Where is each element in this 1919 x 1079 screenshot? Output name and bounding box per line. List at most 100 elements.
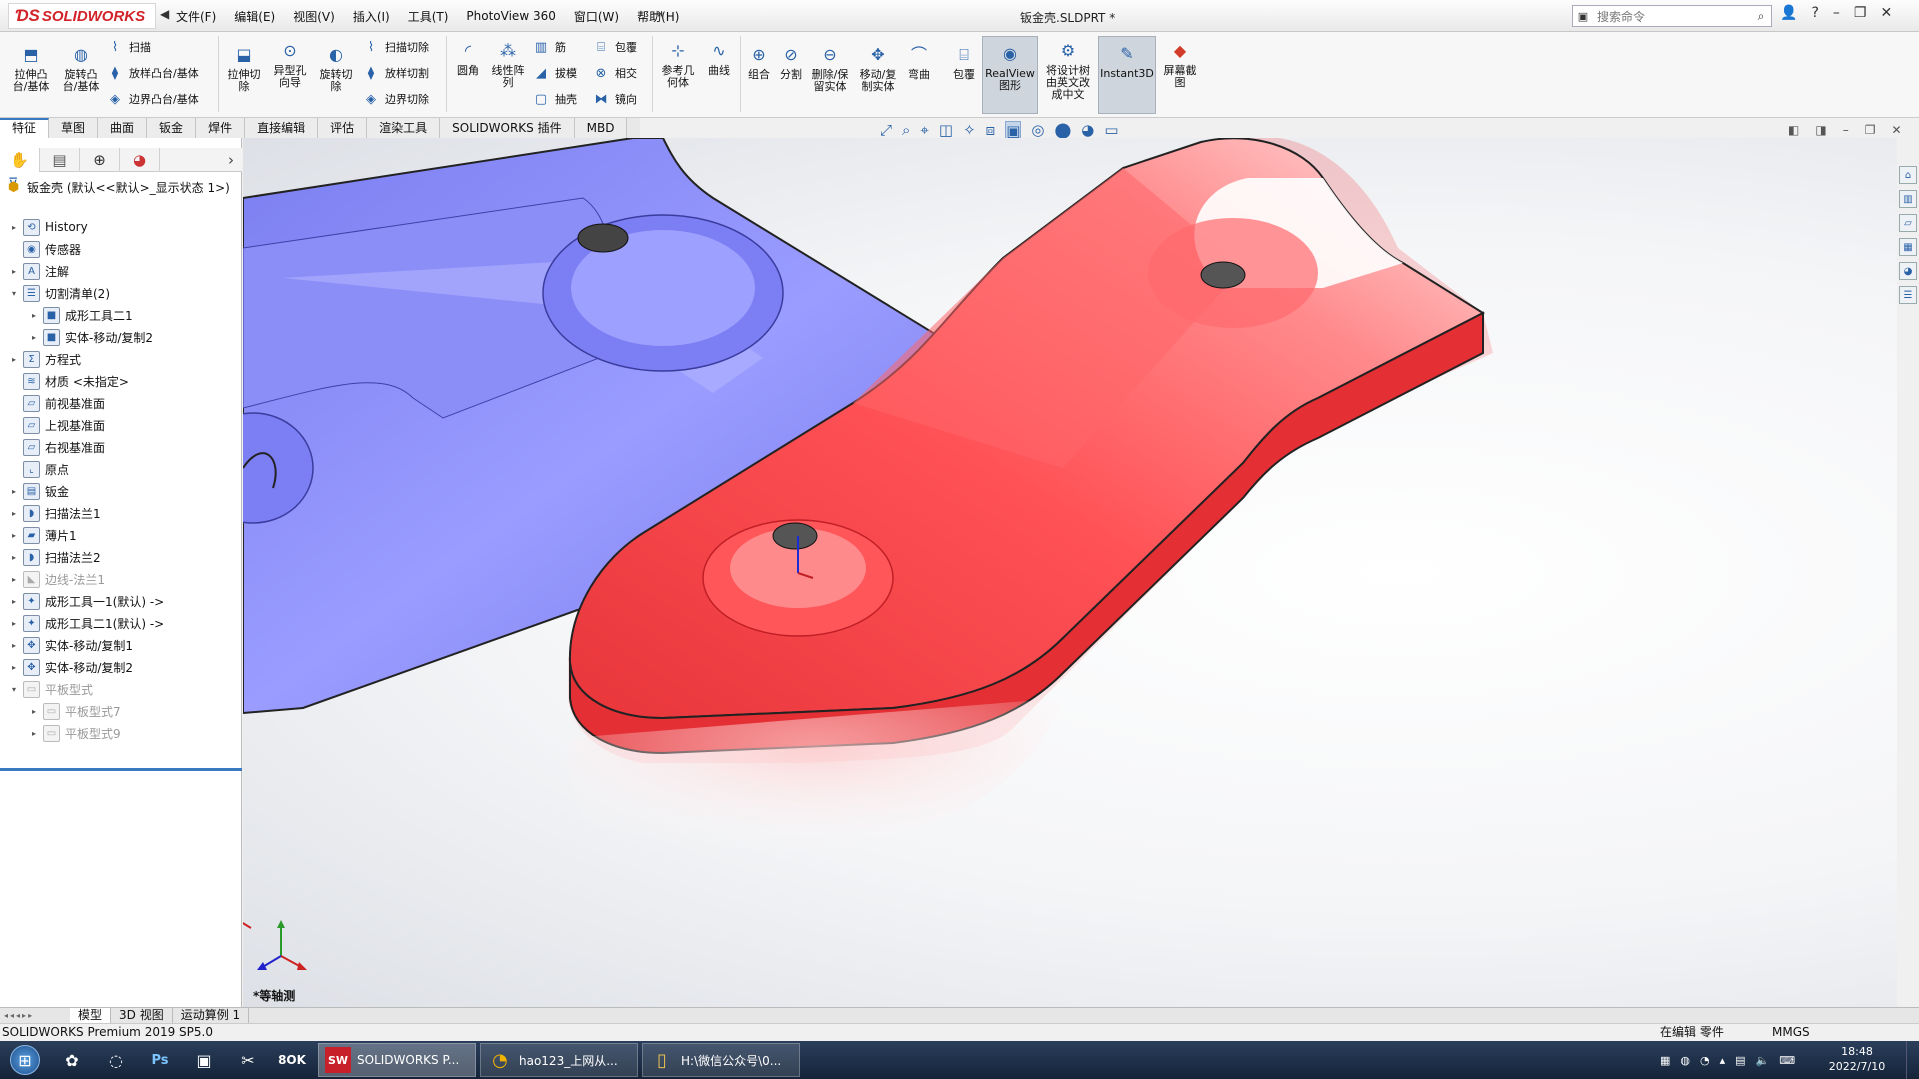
display-manager-tab-icon[interactable]: ◕ <box>120 148 160 172</box>
tab-addins[interactable]: SOLIDWORKS 插件 <box>440 118 575 138</box>
tree-item[interactable]: ▸ ✦ 成形工具一1(默认) -> <box>0 590 242 612</box>
tree-item[interactable]: ▸ A 注解 <box>0 260 242 282</box>
expand-arrow-icon[interactable]: ▸ <box>8 223 20 232</box>
expand-arrow-icon[interactable]: ▸ <box>28 707 40 716</box>
translate-tree-button[interactable]: ⚙ 将设计树 由英文改 成中文 <box>1040 40 1096 101</box>
restore-icon[interactable]: ❐ <box>1854 5 1867 21</box>
extrude-boss-button[interactable]: ⬒ 拉伸凸 台/基体 <box>10 44 52 93</box>
graphics-area[interactable] <box>192 136 1897 1007</box>
doc-restore-left-icon[interactable]: ◧ <box>1788 123 1799 137</box>
tree-item[interactable]: ▱ 右视基准面 <box>0 436 242 458</box>
expand-arrow-icon[interactable]: ▸ <box>8 487 20 496</box>
pin-menu-icon[interactable]: ⇥ <box>652 7 663 22</box>
tab-render-tools[interactable]: 渲染工具 <box>367 118 441 138</box>
tab-model[interactable]: 模型 <box>70 1008 112 1023</box>
tree-item[interactable]: ▸ ◗ 扫描法兰2 <box>0 546 242 568</box>
hole-wizard-button[interactable]: ⊙ 异型孔 向导 <box>270 40 310 89</box>
tree-item[interactable]: ▸ ▭ 平板型式9 <box>0 722 242 744</box>
model-viewport[interactable] <box>192 136 1897 1007</box>
menu-view[interactable]: 视图(V) <box>293 8 335 25</box>
command-search-icon[interactable]: ▣ <box>1573 6 1593 26</box>
tree-item[interactable]: ▸ ■ 实体-移动/复制2 <box>0 326 242 348</box>
tab-surfaces[interactable]: 曲面 <box>98 118 148 138</box>
boundary-cut-button[interactable]: ◈ 边界切除 <box>362 90 429 108</box>
system-clock[interactable]: 18:48 2022/7/10 <box>1822 1044 1892 1074</box>
tab-sketch[interactable]: 草图 <box>49 118 99 138</box>
tree-splitter[interactable] <box>0 768 242 771</box>
custom-properties-icon[interactable]: ☰ <box>1899 286 1917 304</box>
tree-item[interactable]: ▸ ◗ 扫描法兰1 <box>0 502 242 524</box>
realview-button[interactable]: ◉ RealView 图形 <box>982 36 1038 114</box>
menu-window[interactable]: 窗口(W) <box>574 8 619 25</box>
shell-button[interactable]: ▢ 抽壳 <box>532 90 577 108</box>
expand-arrow-icon[interactable]: ▸ <box>8 267 20 276</box>
property-manager-tab-icon[interactable]: ▤ <box>40 148 80 172</box>
mirror-button[interactable]: ⧓ 镜向 <box>592 90 638 108</box>
sweep-cut-button[interactable]: ⌇ 扫描切除 <box>362 38 429 56</box>
photoshop-icon[interactable]: Ps <box>138 1042 182 1078</box>
expand-arrow-icon[interactable]: ▾ <box>8 289 20 298</box>
wechat-tray-icon[interactable]: ◍ <box>1680 1054 1690 1067</box>
linear-pattern-button[interactable]: ⁂ 线性阵 列 <box>488 40 528 89</box>
rib-button[interactable]: ▥ 筋 <box>532 38 566 56</box>
feature-manager-tab-icon[interactable]: ✋ <box>0 148 40 172</box>
tree-item[interactable]: ◉ 传感器 <box>0 238 242 260</box>
tree-item[interactable]: ▱ 前视基准面 <box>0 392 242 414</box>
tree-item[interactable]: ▾ ▭ 平板型式 <box>0 678 242 700</box>
doc-minimize-icon[interactable]: – <box>1843 123 1849 137</box>
expand-arrow-icon[interactable]: ▸ <box>8 663 20 672</box>
delete-keep-body-button[interactable]: ⊖ 删除/保 留实体 <box>808 44 852 93</box>
volume-icon[interactable]: 🔈 <box>1756 1054 1770 1067</box>
close-icon[interactable]: ✕ <box>1880 5 1892 21</box>
tree-item[interactable]: ▸ ▭ 平板型式7 <box>0 700 242 722</box>
curves-button[interactable]: ∿ 曲线 <box>702 40 736 77</box>
expand-arrow-icon[interactable]: ▸ <box>8 553 20 562</box>
file-explorer-icon[interactable]: ▱ <box>1899 214 1917 232</box>
design-library-icon[interactable]: ▥ <box>1899 190 1917 208</box>
loft-cut-button[interactable]: ⧫ 放样切割 <box>362 64 429 82</box>
tab-evaluate[interactable]: 评估 <box>318 118 368 138</box>
tray-app-2-icon[interactable]: ◔ <box>1700 1054 1710 1067</box>
task-explorer[interactable]: ▯ H:\微信公众号\0... <box>642 1043 800 1077</box>
expand-arrow-icon[interactable]: ▸ <box>8 531 20 540</box>
configuration-manager-tab-icon[interactable]: ⊕ <box>80 148 120 172</box>
flex-button[interactable]: ⌒ 弯曲 <box>904 44 934 81</box>
keyboard-icon[interactable]: ⌨ <box>1779 1054 1795 1067</box>
tab-scroll-arrows-icon[interactable]: ◂◂◂▸▸ <box>0 1011 70 1020</box>
tab-motion-study[interactable]: 运动算例 1 <box>173 1008 250 1023</box>
screen-capture-button[interactable]: ◆ 屏幕截 图 <box>1160 40 1200 89</box>
tree-item[interactable]: ⌞ 原点 <box>0 458 242 480</box>
menu-edit[interactable]: 编辑(E) <box>234 8 275 25</box>
tab-sheet-metal[interactable]: 钣金 <box>147 118 197 138</box>
tree-item[interactable]: ▸ Σ 方程式 <box>0 348 242 370</box>
help-icon[interactable]: ? <box>1811 5 1818 21</box>
tab-features[interactable]: 特征 <box>0 118 50 138</box>
tree-item[interactable]: ▸ ▰ 薄片1 <box>0 524 242 546</box>
draft-button[interactable]: ◢ 拔模 <box>532 64 577 82</box>
expand-arrow-icon[interactable]: ▸ <box>28 333 40 342</box>
tree-item[interactable]: ▸ ⟲ History <box>0 216 242 238</box>
tray-app-3-icon[interactable]: ▴ <box>1720 1054 1726 1067</box>
expand-arrow-icon[interactable]: ▸ <box>8 509 20 518</box>
pinned-app-4-icon[interactable]: ▣ <box>182 1042 226 1078</box>
wrap-large-button[interactable]: ⌸ 包覆 <box>948 44 980 81</box>
expand-arrow-icon[interactable]: ▸ <box>28 311 40 320</box>
tree-item[interactable]: ▸ ◣ 边线-法兰1 <box>0 568 242 590</box>
revolve-boss-button[interactable]: ◍ 旋转凸 台/基体 <box>60 44 102 93</box>
pinned-app-1-icon[interactable]: ✿ <box>50 1042 94 1078</box>
solidworks-logo[interactable]: ƊS SOLIDWORKS <box>8 3 156 29</box>
tree-item[interactable]: ▸ ■ 成形工具二1 <box>0 304 242 326</box>
move-copy-body-button[interactable]: ✥ 移动/复 制实体 <box>856 44 900 93</box>
sweep-button[interactable]: ⌇ 扫描 <box>106 38 151 56</box>
menu-insert[interactable]: 插入(I) <box>353 8 390 25</box>
wrap-button[interactable]: ⌸ 包覆 <box>592 38 637 56</box>
search-commands-box[interactable]: ▣ 搜索命令 ⌕ <box>1572 5 1772 27</box>
menu-collapse-arrow-icon[interactable]: ◀ <box>160 7 170 23</box>
more-tabs-arrow-icon[interactable]: › <box>220 148 242 172</box>
doc-maximize-icon[interactable]: ❐ <box>1865 123 1876 137</box>
reference-geometry-button[interactable]: ⊹ 参考几 何体 <box>658 40 698 89</box>
expand-arrow-icon[interactable]: ▾ <box>8 685 20 694</box>
doc-close-icon[interactable]: ✕ <box>1891 123 1901 137</box>
tree-item[interactable]: ▸ ✥ 实体-移动/复制2 <box>0 656 242 678</box>
task-solidworks[interactable]: SW SOLIDWORKS P... <box>318 1043 476 1077</box>
